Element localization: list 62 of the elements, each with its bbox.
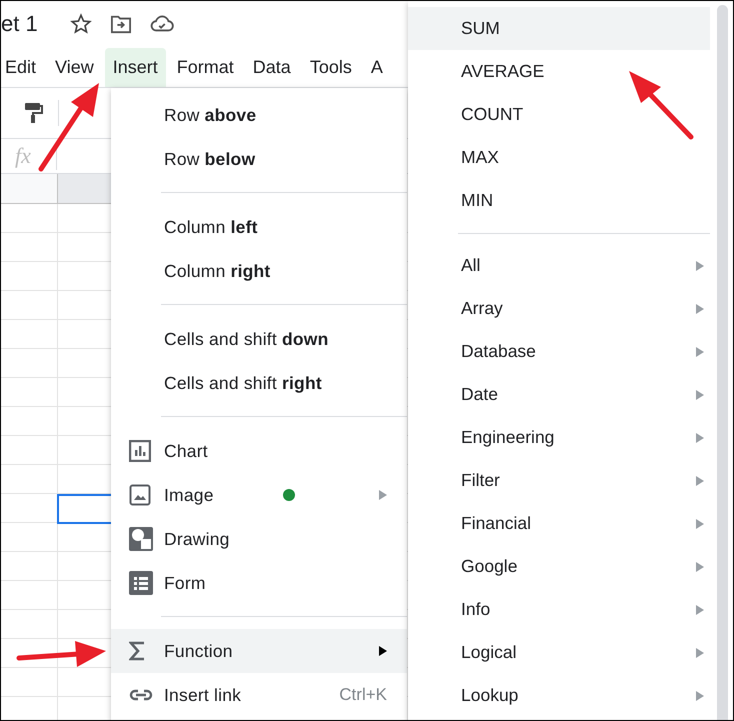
cloud-icon[interactable] (150, 15, 174, 33)
menu-label: Column left (164, 216, 258, 238)
menu-label: Cells and shift down (164, 328, 328, 350)
star-icon[interactable] (70, 13, 92, 35)
form-icon (129, 571, 153, 595)
menu-item[interactable]: Google (408, 545, 710, 588)
menu-label: Drawing (164, 528, 230, 550)
menu-item[interactable]: AVERAGE (408, 50, 710, 93)
menu-item[interactable]: Cells and shift right (111, 361, 407, 405)
shortcut-text: Ctrl+K (339, 685, 387, 705)
menu-item[interactable]: Drawing (111, 517, 407, 561)
menu-item[interactable]: Column right (111, 249, 407, 293)
menu-item[interactable]: Data (244, 48, 299, 86)
menu-item[interactable]: Edit (1, 48, 44, 86)
document-title[interactable]: et 1 (1, 11, 38, 37)
menu-item[interactable]: Engineering (408, 416, 710, 459)
menu-item[interactable]: Info (408, 588, 710, 631)
menu-item[interactable]: Form (111, 561, 407, 605)
menu-item[interactable]: Cells and shift down (111, 317, 407, 361)
menu-item[interactable]: A (362, 48, 391, 86)
link-icon (129, 689, 153, 701)
menu-item[interactable]: Array (408, 287, 710, 330)
menu-label: Column right (164, 260, 270, 282)
menu-item[interactable]: MAX (408, 136, 710, 179)
menu-label: Row above (164, 104, 256, 126)
menu-item[interactable]: COUNT (408, 93, 710, 136)
paint-format-icon[interactable] (25, 102, 43, 124)
menu-item[interactable]: Logical (408, 631, 710, 674)
menu-label: Chart (164, 440, 208, 462)
menu-label: Function (164, 640, 233, 662)
menu-label: Form (164, 572, 206, 594)
menu-label: Row below (164, 148, 256, 170)
menu-item[interactable]: All (408, 244, 710, 287)
move-folder-icon[interactable] (110, 14, 132, 34)
menu-item[interactable]: Insert (104, 48, 166, 86)
menu-label: Image (164, 484, 214, 506)
menu-item[interactable]: Database (408, 330, 710, 373)
image-icon (129, 484, 151, 506)
menu-label: Insert link (164, 684, 242, 706)
menu-item[interactable]: Chart (111, 429, 407, 473)
sigma-icon (129, 641, 145, 661)
menu-label: Cells and shift right (164, 372, 322, 394)
menu-item[interactable]: Financial (408, 502, 710, 545)
menu-item[interactable]: Insert link Ctrl+K (111, 673, 407, 717)
menu-item[interactable]: View (47, 48, 102, 86)
menu-item[interactable]: Filter (408, 459, 710, 502)
chart-icon (129, 440, 151, 462)
menu-item[interactable]: Image (111, 473, 407, 517)
menu-item[interactable]: Row below (111, 137, 407, 181)
menu-item[interactable]: Date (408, 373, 710, 416)
menu-item[interactable]: Function (111, 629, 407, 673)
scrollbar[interactable] (717, 5, 728, 720)
menu-item[interactable]: Tools (302, 48, 360, 86)
formula-label: fx (14, 143, 32, 169)
menu-item[interactable]: Column left (111, 205, 407, 249)
menu-item[interactable]: Format (168, 48, 242, 86)
drawing-icon (129, 527, 153, 551)
menu-item[interactable]: Lookup (408, 674, 710, 717)
menu-item[interactable]: MIN (408, 179, 710, 222)
annotation-arrow (629, 71, 694, 140)
menu-item[interactable]: Row above (111, 93, 407, 137)
menu-item[interactable]: SUM (408, 7, 710, 50)
